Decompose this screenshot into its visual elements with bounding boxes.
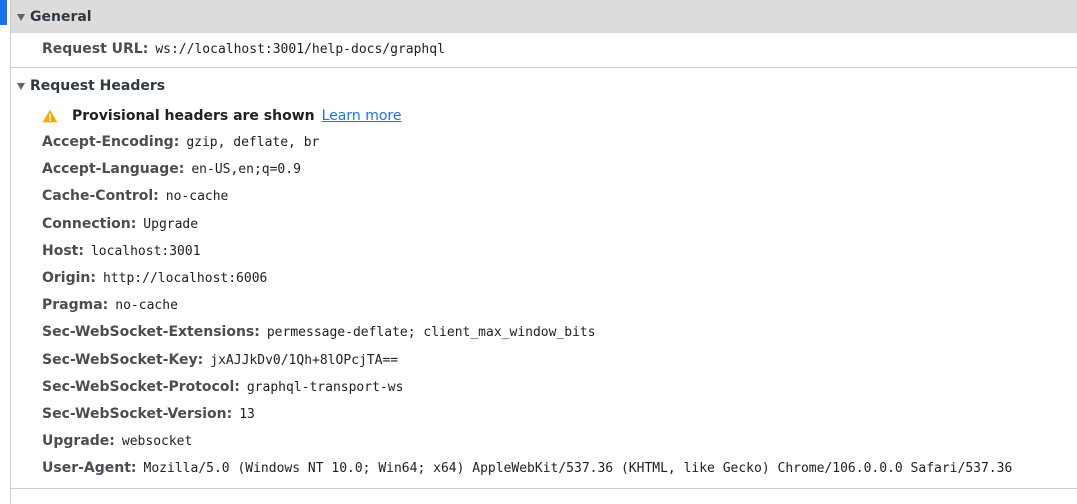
header-name: Pragma: bbox=[42, 297, 109, 314]
header-value[interactable]: http://localhost:6006 bbox=[103, 265, 267, 292]
header-name: Sec-WebSocket-Key: bbox=[42, 351, 204, 368]
header-value[interactable]: en-US,en;q=0.9 bbox=[191, 156, 301, 183]
request-url-row: Request URL: ws://localhost:3001/help-do… bbox=[42, 35, 1077, 63]
header-row: Accept-Encoding: gzip, deflate, br bbox=[42, 129, 1077, 156]
section-general-title: General bbox=[30, 8, 92, 25]
provisional-notice: Provisional headers are shown Learn more bbox=[42, 102, 1077, 129]
section-general-header[interactable]: General bbox=[11, 0, 1077, 33]
header-value[interactable]: no-cache bbox=[166, 183, 229, 210]
header-name: Accept-Language: bbox=[42, 161, 185, 178]
header-name: User-Agent: bbox=[42, 460, 137, 477]
header-row: Upgrade: websocket bbox=[42, 428, 1077, 455]
header-name: Host: bbox=[42, 242, 84, 259]
header-value[interactable]: gzip, deflate, br bbox=[186, 129, 319, 156]
header-name: Cache-Control: bbox=[42, 188, 159, 205]
section-divider bbox=[11, 488, 1077, 489]
header-name: Connection: bbox=[42, 215, 137, 232]
general-rows: Request URL: ws://localhost:3001/help-do… bbox=[11, 33, 1077, 68]
section-request-headers-title: Request Headers bbox=[30, 78, 166, 94]
header-value[interactable]: websocket bbox=[122, 428, 192, 455]
section-request-headers-header[interactable]: Request Headers bbox=[11, 70, 1077, 102]
header-row: Cache-Control: no-cache bbox=[42, 183, 1077, 210]
header-row: User-Agent: Mozilla/5.0 (Windows NT 10.0;… bbox=[42, 455, 1077, 482]
header-row: Sec-WebSocket-Protocol: graphql-transport… bbox=[42, 374, 1077, 401]
selection-marker bbox=[0, 0, 7, 25]
header-value[interactable]: graphql-transport-ws bbox=[247, 374, 404, 401]
learn-more-link[interactable]: Learn more bbox=[322, 108, 402, 124]
header-value[interactable]: permessage-deflate; client_max_window_bi… bbox=[267, 319, 596, 346]
header-value[interactable]: 13 bbox=[239, 401, 255, 428]
header-row: Connection: Upgrade bbox=[42, 211, 1077, 238]
header-value[interactable]: no-cache bbox=[115, 292, 178, 319]
header-name: Sec-WebSocket-Extensions: bbox=[42, 324, 260, 341]
provisional-text: Provisional headers are shown bbox=[72, 107, 315, 124]
request-header-rows: Provisional headers are shown Learn more… bbox=[11, 102, 1077, 482]
triangle-down-icon bbox=[17, 83, 25, 90]
header-row: Sec-WebSocket-Key: jxAJJkDv0/1Qh+8lOPcjTA… bbox=[42, 347, 1077, 374]
triangle-down-icon bbox=[17, 13, 25, 21]
header-row: Sec-WebSocket-Version: 13 bbox=[42, 401, 1077, 428]
header-name: Sec-WebSocket-Version: bbox=[42, 405, 233, 422]
header-row: Sec-WebSocket-Extensions: permessage-defl… bbox=[42, 319, 1077, 346]
header-name: Request URL: bbox=[42, 41, 149, 57]
header-name: Sec-WebSocket-Protocol: bbox=[42, 378, 240, 395]
header-row: Accept-Language: en-US,en;q=0.9 bbox=[42, 156, 1077, 183]
header-value[interactable]: jxAJJkDv0/1Qh+8lOPcjTA== bbox=[210, 347, 398, 374]
header-value[interactable]: ws://localhost:3001/help-docs/graphql bbox=[155, 36, 445, 64]
header-row: Host: localhost:3001 bbox=[42, 238, 1077, 265]
header-name: Origin: bbox=[42, 269, 96, 286]
header-name: Upgrade: bbox=[42, 433, 115, 450]
warning-icon bbox=[42, 109, 58, 122]
header-row: Pragma: no-cache bbox=[42, 292, 1077, 319]
header-value[interactable]: localhost:3001 bbox=[91, 238, 201, 265]
header-row: Origin: http://localhost:6006 bbox=[42, 265, 1077, 292]
headers-panel: General Request URL: ws://localhost:3001… bbox=[10, 0, 1077, 504]
header-list: Accept-Encoding: gzip, deflate, br Accept-… bbox=[42, 129, 1077, 482]
header-value[interactable]: Mozilla/5.0 (Windows NT 10.0; Win64; x64… bbox=[144, 455, 1013, 482]
header-value[interactable]: Upgrade bbox=[143, 211, 198, 238]
header-name: Accept-Encoding: bbox=[42, 134, 180, 150]
